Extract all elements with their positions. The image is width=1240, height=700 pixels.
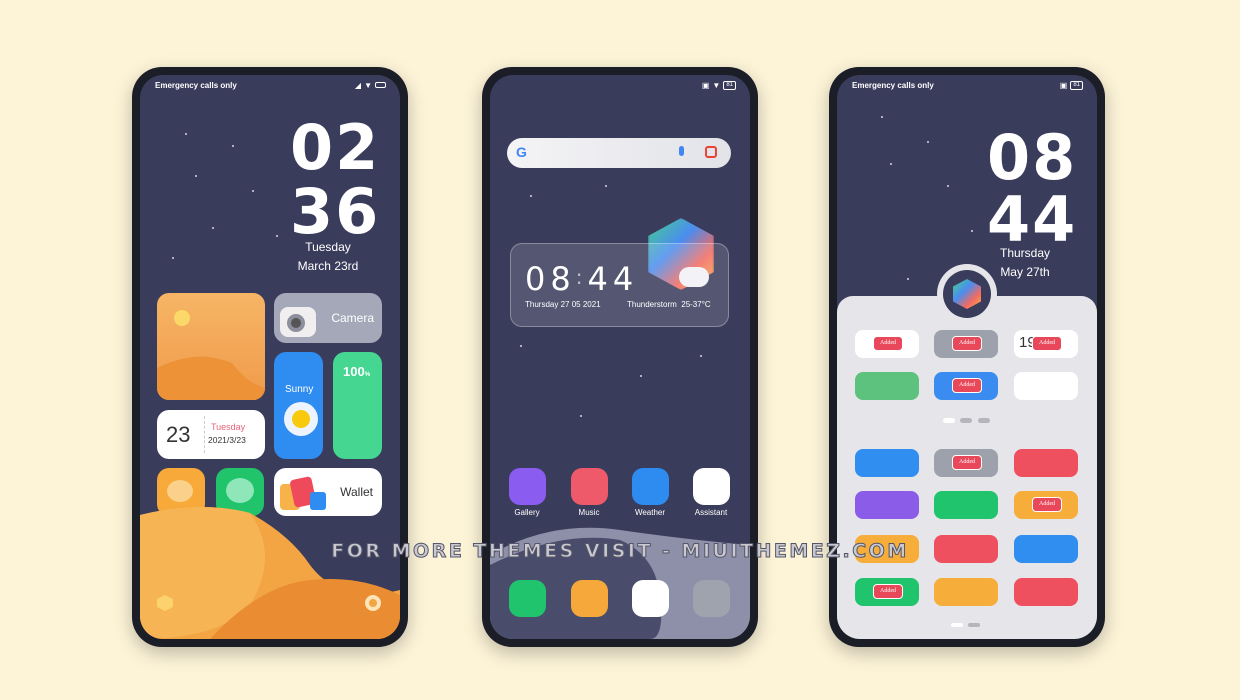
wifi-icon: ▼ [364,81,372,90]
calendar-day: 23 [166,422,191,447]
day-label: Tuesday [305,240,351,254]
widget-tile[interactable] [1014,578,1078,606]
weather-widget[interactable]: Sunny [274,352,323,459]
widget-tile[interactable]: Added [855,578,919,606]
page-dot-active[interactable] [951,623,963,627]
status-icons: ◢ ▼ [355,81,386,90]
page-dot[interactable] [960,418,972,423]
widget-clock-hours: 08 [525,260,576,298]
added-badge: Added [873,336,903,351]
sunny-icon [284,402,318,436]
calendar-widget[interactable]: 23 Tuesday 2021/3/23 [157,410,265,459]
dune-illustration [157,356,265,400]
mic-icon[interactable] [679,146,684,156]
camera-widget[interactable]: Camera [274,293,382,343]
theme-cube-icon [953,279,981,309]
added-badge: Added [952,378,982,393]
added-badge: Added [952,455,982,470]
thunderstorm-icon [679,267,709,287]
status-icons: ▣ ▼ 81 [702,81,736,90]
page-dot-active[interactable] [943,418,955,423]
page-dot[interactable] [978,418,990,423]
page-dot[interactable] [968,623,980,627]
added-badge: Added [952,336,982,351]
messages-dock-icon[interactable] [571,580,608,617]
widget-tile[interactable] [1014,449,1078,477]
wifi-icon: ▼ [712,81,721,90]
date-label: May 27th [1000,265,1050,279]
clock-hours: 08 [987,121,1078,194]
music-app-icon[interactable] [571,468,608,505]
widget-tile[interactable]: Added [934,330,998,358]
camera-icon [280,307,316,337]
day-label: Thursday [999,246,1051,260]
clock-minutes: 44 [987,183,1078,256]
widget-tile[interactable] [855,449,919,477]
clock-minutes: 36 [290,175,381,248]
widget-tile[interactable]: Added [934,372,998,400]
widget-tile[interactable] [1014,372,1078,400]
widget-tile[interactable]: Added [934,449,998,477]
gallery-app-icon[interactable] [509,468,546,505]
search-bar[interactable]: G [507,138,731,168]
camera-label: Camera [331,311,374,325]
status-text: Emergency calls only [155,81,237,90]
sim-icon: ▣ [701,81,710,90]
battery-icon: 81 [723,81,736,90]
sun-icon [174,310,190,326]
sim-icon: ▣ [1059,81,1068,90]
calendar-date: 2021/3/23 [208,435,246,445]
wave-wallpaper [490,527,750,639]
widget-tile[interactable] [934,491,998,519]
camera-dock-icon[interactable] [693,580,730,617]
chrome-dock-icon[interactable] [632,580,669,617]
widget-tile[interactable]: Added [855,330,919,358]
battery-value: 100 [343,364,365,379]
app-label: Gallery [514,508,540,517]
lens-icon[interactable] [705,146,717,158]
phone-dock-icon[interactable] [509,580,546,617]
widget-date: Thursday 27 05 2021 [525,300,601,309]
status-icons: ▣ 81 [1060,81,1083,90]
battery-icon: 81 [1070,81,1083,90]
watermark: FOR MORE THEMES VISIT - MIUITHEMEZ.COM [331,540,909,563]
widget-clock-minutes: 44 [587,260,639,298]
clock-weather-widget[interactable]: 08:44 Thursday 27 05 2021 Thunderstorm 2… [510,243,729,327]
widget-tile[interactable] [934,578,998,606]
desert-wallpaper [140,506,400,639]
battery-unit: % [364,372,371,378]
widget-tile[interactable]: Added [1014,491,1078,519]
added-badge: Added [1032,336,1062,351]
app-label: Weather [634,508,666,517]
app-label: Assistant [694,508,728,517]
clock-hours: 02 [290,111,381,184]
widget-tile[interactable] [855,491,919,519]
theme-button[interactable] [943,270,991,318]
calendar-weekday: Tuesday [211,422,246,432]
battery-icon [375,82,386,88]
widget-tile[interactable]: 19 Added [1014,330,1078,358]
settings-icon[interactable] [365,595,381,611]
status-text: Emergency calls only [852,81,934,90]
app-label: Music [578,508,600,517]
assistant-app-icon[interactable] [693,468,730,505]
google-logo: G [516,144,527,160]
added-badge: Added [873,584,903,599]
date-label: March 23rd [297,259,359,273]
weather-label: Sunny [285,384,314,395]
signal-icon: ◢ [354,81,362,90]
widget-weather: Thunderstorm 25-37°C [627,300,711,309]
gallery-widget[interactable] [157,293,265,400]
widget-tile[interactable] [855,372,919,400]
weather-app-icon[interactable] [632,468,669,505]
added-badge: Added [1032,497,1062,512]
battery-widget[interactable]: 100% [333,352,382,459]
